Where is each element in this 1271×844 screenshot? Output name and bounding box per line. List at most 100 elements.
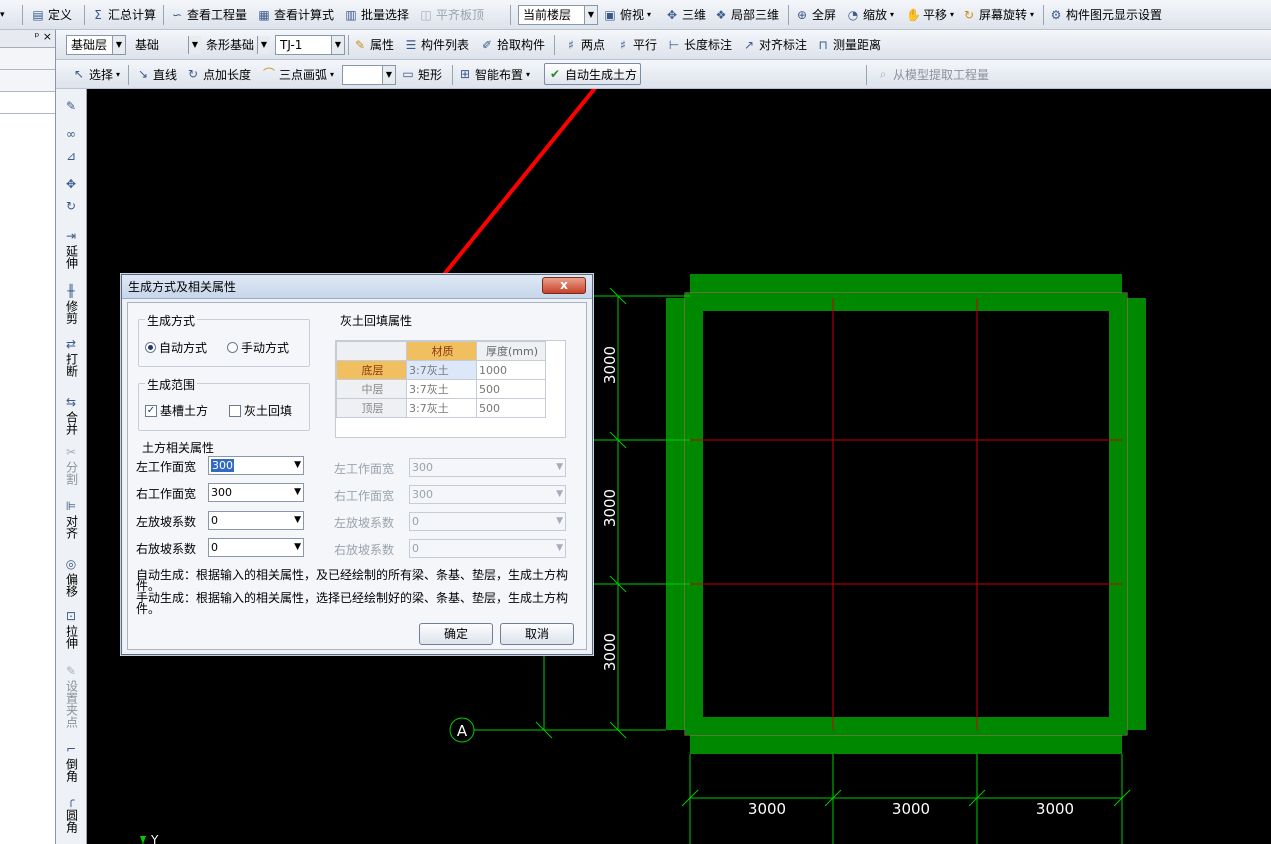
3d-view-button[interactable]: ✥ 三维	[665, 0, 706, 29]
component-select[interactable]: TJ-1 ▼	[275, 35, 345, 55]
trim-tool[interactable]: ╫ 修剪	[58, 284, 84, 327]
measure-distance-button[interactable]: ⊓ 测量距离	[816, 30, 881, 59]
table-row[interactable]: 底层 3:7灰土 1000	[336, 360, 546, 380]
split-icon: ✂	[65, 445, 77, 459]
fill-left-work-width-label: 左工作面宽	[334, 462, 395, 476]
offset-tool[interactable]: ◎ 偏移	[58, 557, 84, 600]
right-work-width-select[interactable]: 300 ▼	[208, 483, 304, 502]
move-tool[interactable]: ✥	[58, 177, 84, 193]
fill-left-work-width-select[interactable]: 300 ▼	[409, 458, 566, 477]
close-icon[interactable]: ×	[43, 30, 52, 43]
3d-icon: ✥	[666, 7, 678, 22]
copy-tool[interactable]: ∞	[58, 127, 84, 143]
rotate-tool[interactable]: ↻	[58, 199, 84, 215]
summary-calc-button[interactable]: Σ 汇总计算	[91, 0, 156, 29]
table-row[interactable]: 顶层 3:7灰土 500	[336, 398, 546, 418]
main-toolbar: ▾ ▤ 定义 Σ 汇总计算 ∽ 查看工程量 ▦ 查看计算式 ▥ 批量选择 ◫ 平齐板顶 当前…	[0, 0, 1271, 30]
type-select[interactable]: 条形基础 ▼	[201, 35, 271, 55]
extend-icon: ⇥	[65, 229, 77, 243]
pan-button[interactable]: ✋ 平移 ▾	[906, 0, 954, 29]
select-button[interactable]: ↖ 选择 ▾	[72, 60, 120, 88]
mirror-icon: ⊿	[65, 149, 77, 163]
align-slab-top-button[interactable]: ◫ 平齐板顶	[419, 0, 484, 29]
layer-select[interactable]: 基础层 ▼	[66, 35, 126, 55]
display-settings-button[interactable]: ⚙ 构件图元显示设置	[1049, 0, 1162, 29]
pick-component-button[interactable]: ✐ 拾取构件	[480, 30, 545, 59]
pin-icon[interactable]: ᵖ	[35, 30, 40, 43]
top-view-button[interactable]: ▣ 俯视 ▾	[603, 0, 651, 29]
stretch-tool[interactable]: ⊡ 拉伸	[58, 609, 84, 652]
left-slope-select[interactable]: 0 ▼	[208, 511, 304, 530]
formula-icon: ▦	[258, 7, 270, 22]
arc-mode-select[interactable]: ▼	[342, 65, 396, 85]
fullscreen-button[interactable]: ⊕ 全屏	[795, 0, 836, 29]
right-slope-label: 右放坡系数	[136, 542, 197, 556]
cancel-button[interactable]: 取消	[500, 623, 574, 645]
table-row[interactable]: 中层 3:7灰土 500	[336, 379, 546, 399]
right-slope-select[interactable]: 0 ▼	[208, 538, 304, 557]
extend-tool[interactable]: ⇥ 延伸	[58, 229, 84, 272]
properties-button[interactable]: ✎ 属性	[353, 30, 394, 59]
fillet-tool[interactable]: ╭ 圆角	[58, 793, 84, 836]
ruler-icon: ⊓	[818, 37, 828, 52]
chevron-down-icon: ▼	[257, 36, 270, 54]
strip-foundation[interactable]	[666, 274, 1146, 754]
extract-from-model-button[interactable]: ⌕ 从模型提取工程量	[876, 60, 989, 88]
fill-right-slope-select[interactable]: 0 ▼	[409, 539, 566, 558]
two-point-icon: ♯	[568, 37, 574, 52]
two-point-button[interactable]: ♯ 两点	[564, 30, 605, 59]
ok-button[interactable]: 确定	[419, 623, 493, 645]
auto-note: 自动生成：根据输入的相关属性，及已经绘制的所有梁、条基、垫层，生成土方构 件。	[136, 568, 569, 593]
mode-manual-radio[interactable]: 手动方式	[227, 339, 289, 356]
toolbar-overflow[interactable]: ▾	[0, 0, 5, 29]
range-pit-checkbox[interactable]: ✓ 基槽土方	[145, 402, 208, 419]
break-tool[interactable]: ⇄ 打断	[58, 337, 84, 380]
chevron-down-icon: ▼	[382, 66, 395, 84]
mirror-tool[interactable]: ⊿	[58, 149, 84, 165]
split-tool[interactable]: ✂ 分割	[58, 445, 84, 488]
close-button[interactable]: x	[542, 277, 586, 294]
chamfer-tool[interactable]: ⌐ 倒角	[58, 742, 84, 785]
auto-generate-earthwork-button[interactable]: ✔ 自动生成土方	[544, 63, 642, 85]
align-tool[interactable]: ⊫ 对齐	[58, 499, 84, 542]
length-dim-button[interactable]: ⊢ 长度标注	[667, 30, 732, 59]
range-group: 生成范围 ✓ 基槽土方 灰土回填	[138, 376, 310, 431]
component-list-button[interactable]: ☰ 构件列表	[404, 30, 469, 59]
grip-tool[interactable]: ✎ 设置夹点	[58, 664, 84, 731]
view-quantity-button[interactable]: ∽ 查看工程量	[170, 0, 247, 29]
fill-left-slope-select[interactable]: 0 ▼	[409, 512, 566, 531]
panel-row[interactable]	[0, 92, 55, 114]
rotate-screen-button[interactable]: ↻ 屏幕旋转 ▾	[962, 0, 1034, 29]
local-3d-button[interactable]: ❖ 局部三维	[714, 0, 779, 29]
panel-row[interactable]	[0, 48, 55, 70]
panel-header: ᵖ ×	[0, 30, 55, 48]
brush-tool[interactable]: ✎	[58, 99, 84, 115]
parallel-button[interactable]: ♯ 平行	[616, 30, 657, 59]
merge-tool[interactable]: ⇆ 合并	[58, 395, 84, 438]
modify-toolstrip: ✎ ∞ ⊿ ✥ ↻ ⇥ 延伸 ╫ 修剪 ⇄ 打断 ⇆ 合并 ✂ 分割 ⊫ 对齐 ◎ 偏移 ⊡ 拉…	[56, 89, 87, 844]
category-select[interactable]: 基础 ▼	[130, 35, 201, 55]
current-floor-select[interactable]: 当前楼层 ▼	[518, 5, 598, 25]
fill-right-work-width-select[interactable]: 300 ▼	[409, 485, 566, 504]
point-length-icon: ↻	[187, 67, 199, 81]
three-point-arc-button[interactable]: ⌒ 三点画弧 ▾	[262, 60, 334, 88]
rectangle-button[interactable]: ▭ 矩形	[401, 60, 442, 88]
left-work-width-select[interactable]: 300 ▼	[208, 456, 304, 475]
arc-icon: ⌒	[262, 67, 275, 81]
smart-layout-button[interactable]: ⊞ 智能布置 ▾	[458, 60, 530, 88]
local-3d-icon: ❖	[715, 7, 727, 22]
point-length-button[interactable]: ↻ 点加长度	[186, 60, 251, 88]
batch-select-button[interactable]: ▥ 批量选择	[344, 0, 409, 29]
aligned-dim-button[interactable]: ↗ 对齐标注	[742, 30, 807, 59]
mode-auto-radio[interactable]: 自动方式	[145, 339, 207, 356]
panel-row[interactable]	[0, 70, 55, 92]
axis-bubble-a[interactable]: A	[449, 717, 475, 743]
zoom-button[interactable]: ◔ 缩放 ▾	[846, 0, 894, 29]
view-formula-button[interactable]: ▦ 查看计算式	[257, 0, 334, 29]
line-button[interactable]: ↘ 直线	[136, 60, 177, 88]
define-button[interactable]: ▤ 定义	[31, 0, 72, 29]
grip-icon: ✎	[65, 664, 77, 678]
batch-select-icon: ▥	[345, 7, 357, 22]
dialog-title: 生成方式及相关属性	[122, 275, 592, 299]
range-fill-checkbox[interactable]: 灰土回填	[229, 402, 292, 419]
